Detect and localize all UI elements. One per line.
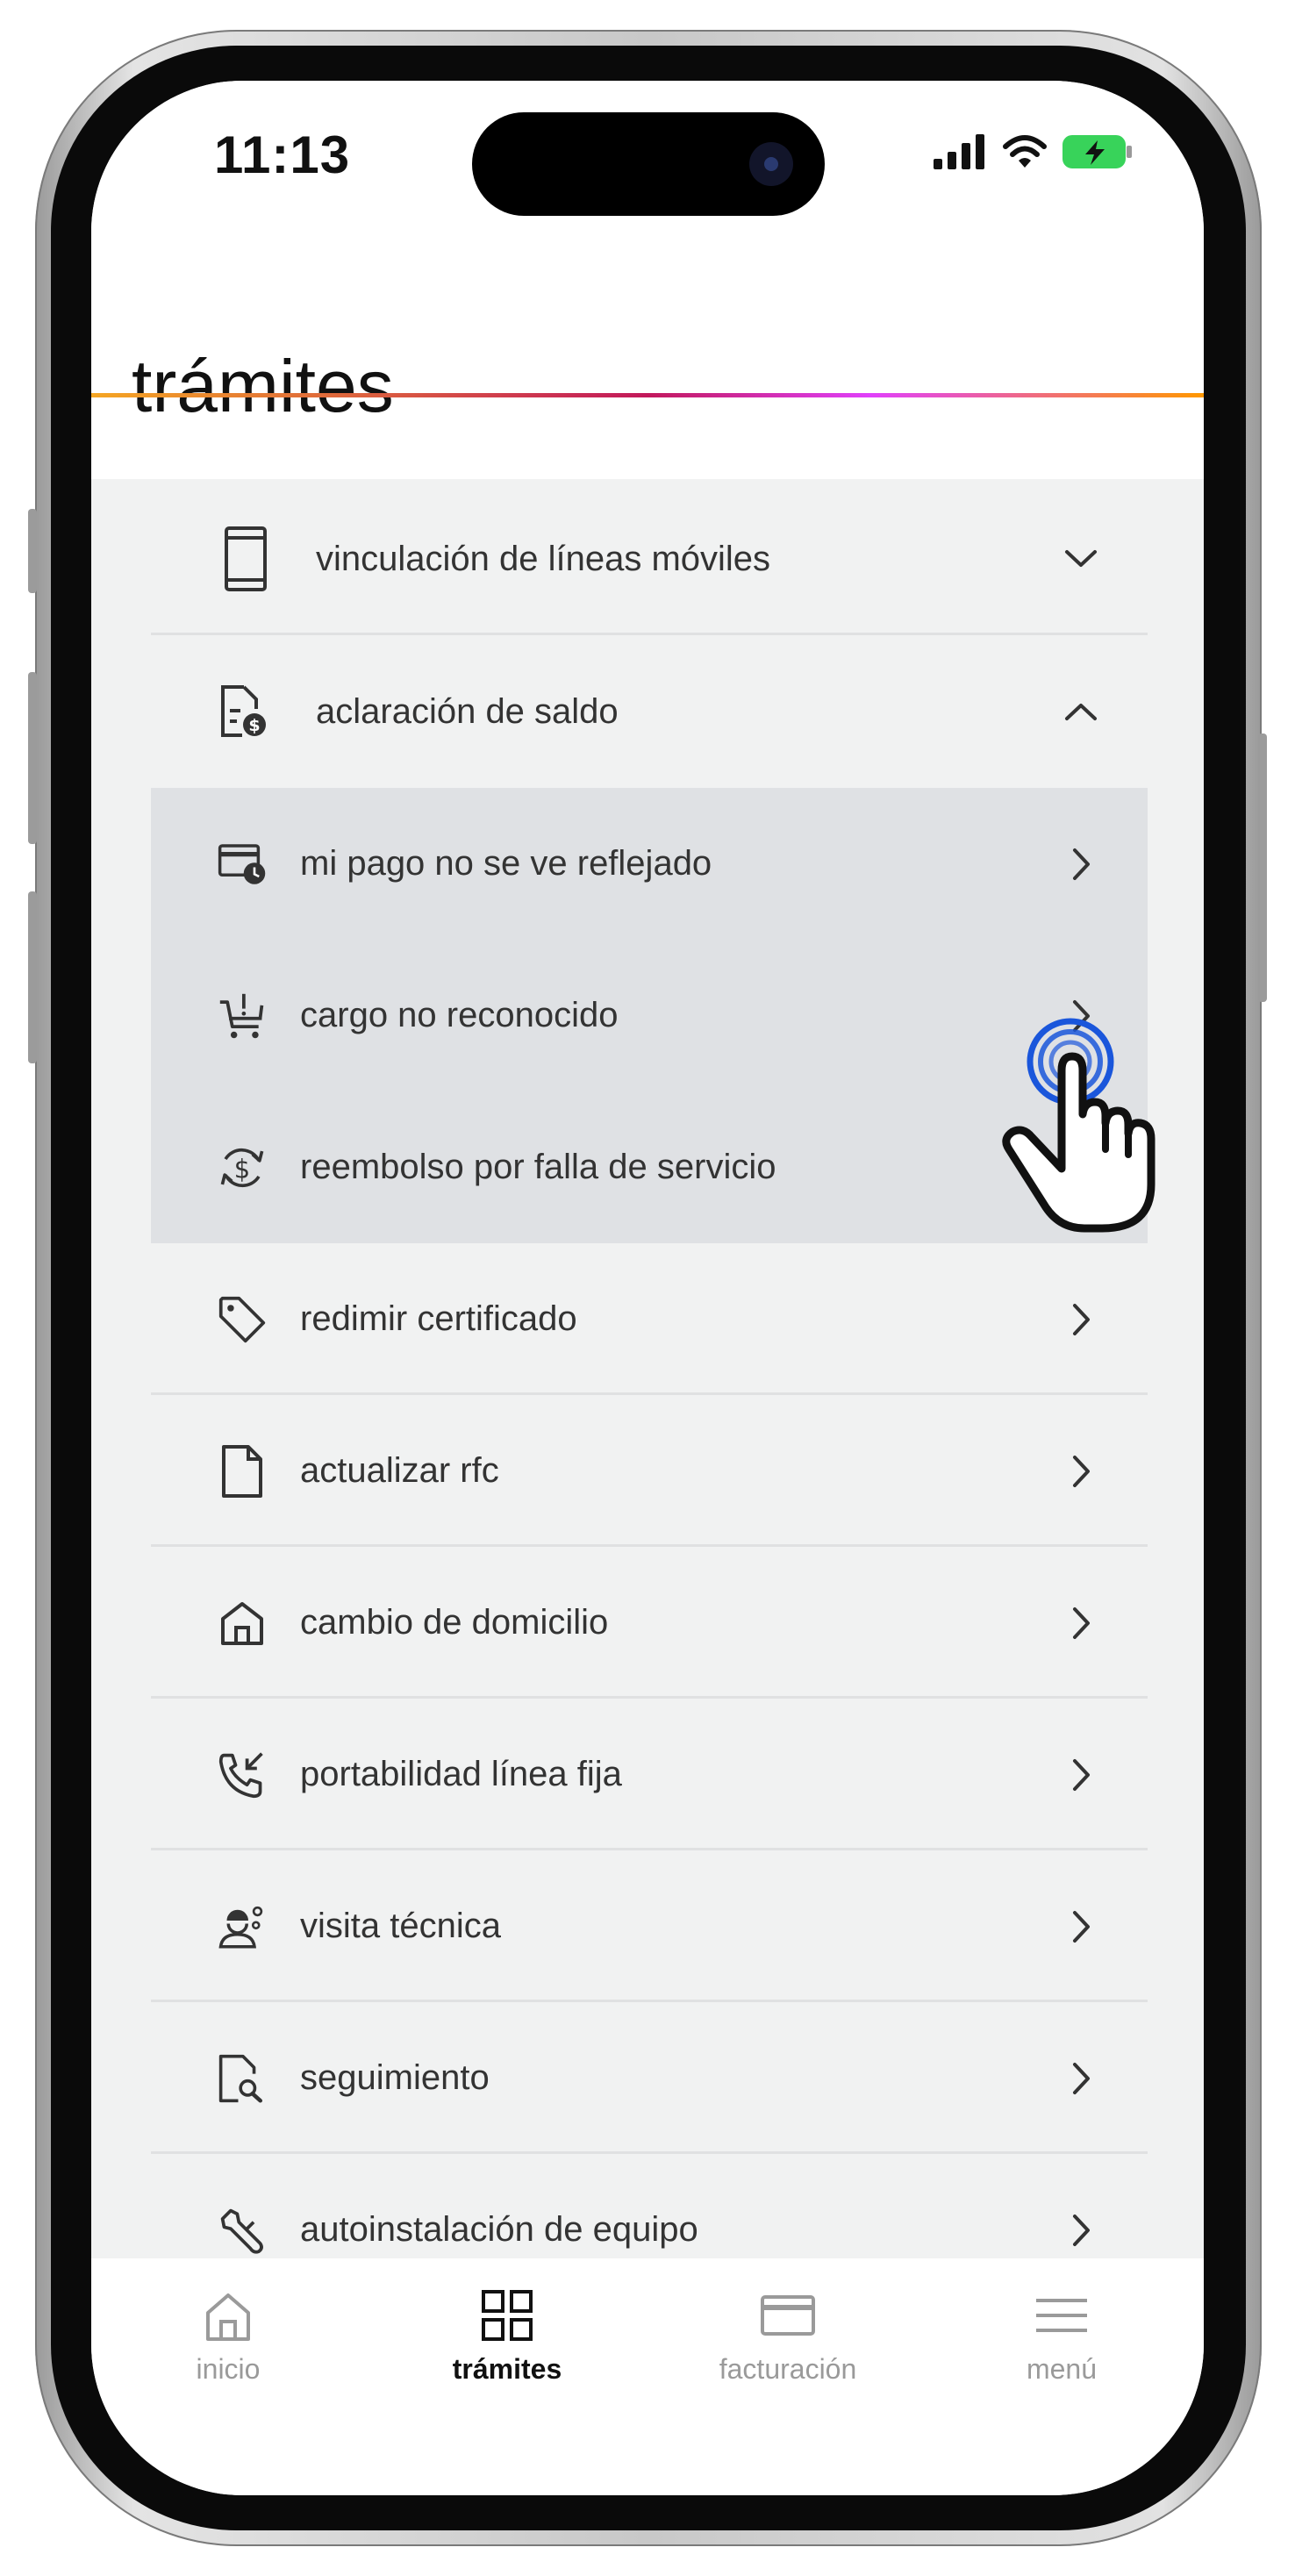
section-label: aclaración de saldo <box>316 691 619 731</box>
home-icon <box>218 1599 267 1648</box>
camera-icon <box>749 142 793 186</box>
tab-bar: inicio trámites facturación menú <box>91 2258 1204 2495</box>
list-item-label: actualizar rfc <box>300 1451 499 1490</box>
tab-label: menú <box>1026 2353 1098 2385</box>
list-item-redimir[interactable]: redimir certificado <box>151 1243 1148 1395</box>
tab-label: facturación <box>719 2353 857 2385</box>
tag-icon <box>218 1295 267 1344</box>
battery-charging-icon <box>1062 135 1132 168</box>
chevron-right-icon <box>1063 1302 1098 1337</box>
chevron-right-icon <box>1063 2061 1098 2096</box>
cart-alert-icon <box>218 991 267 1041</box>
list-item-label: visita técnica <box>300 1907 501 1945</box>
svg-text:$: $ <box>234 1154 250 1184</box>
hamburger-icon <box>1036 2299 1087 2332</box>
signal-icon <box>934 134 984 169</box>
action-button <box>28 509 37 593</box>
submenu-label: cargo no reconocido <box>300 996 619 1034</box>
card-icon <box>761 2295 815 2336</box>
chevron-right-icon <box>1063 847 1098 882</box>
chevron-right-icon <box>1063 1909 1098 1944</box>
list-item-label: seguimiento <box>300 2058 490 2097</box>
tab-menu[interactable]: menú <box>965 2285 1158 2386</box>
wrench-icon <box>218 2206 267 2255</box>
card-clock-icon <box>218 840 267 889</box>
list-item-visita[interactable]: visita técnica <box>151 1850 1148 2002</box>
chevron-down-icon[interactable] <box>1063 541 1098 576</box>
document-search-icon <box>218 2054 267 2103</box>
list-item-portabilidad[interactable]: portabilidad línea fija <box>151 1699 1148 1850</box>
volume-up-button <box>28 672 37 844</box>
list-item-seguimiento[interactable]: seguimiento <box>151 2002 1148 2154</box>
grid-icon <box>482 2290 533 2341</box>
svg-text:$: $ <box>248 716 260 735</box>
home-icon <box>206 2293 250 2341</box>
list-item-label: redimir certificado <box>300 1299 577 1338</box>
list-item-rfc[interactable]: actualizar rfc <box>151 1395 1148 1547</box>
file-icon <box>218 1444 267 1498</box>
tab-facturacion[interactable]: facturación <box>691 2285 884 2386</box>
power-button <box>1258 733 1267 1002</box>
refund-icon: $ <box>218 1143 267 1192</box>
submenu-item-mi-pago[interactable]: mi pago no se ve reflejado <box>151 788 1148 940</box>
technician-icon <box>218 1902 267 1951</box>
phone-incoming-icon <box>218 1750 267 1800</box>
dynamic-island <box>472 112 825 216</box>
app-header: trámites <box>91 230 1204 479</box>
tab-label: inicio <box>196 2353 261 2385</box>
submenu-label: reembolso por falla de servicio <box>300 1148 776 1186</box>
section-aclaracion[interactable]: $ aclaración de saldo <box>151 635 1148 788</box>
status-time: 11:13 <box>214 125 351 184</box>
tab-tramites[interactable]: trámites <box>411 2285 604 2386</box>
wifi-icon <box>1003 135 1047 168</box>
status-bar: 11:13 <box>91 81 1204 230</box>
list-item-label: cambio de domicilio <box>300 1603 609 1642</box>
chevron-right-icon <box>1063 1454 1098 1489</box>
submenu-label: mi pago no se ve reflejado <box>300 844 712 883</box>
list-item-domicilio[interactable]: cambio de domicilio <box>151 1547 1148 1699</box>
smartphone-icon <box>218 526 267 591</box>
status-icons <box>934 130 1134 174</box>
volume-down-button <box>28 891 37 1063</box>
tap-cursor-icon <box>1002 1018 1155 1233</box>
chevron-right-icon <box>1063 1757 1098 1792</box>
section-vinculacion[interactable]: vinculación de líneas móviles <box>151 483 1148 635</box>
document-dollar-icon: $ <box>218 685 267 737</box>
tab-label: trámites <box>452 2353 562 2385</box>
list-item-label: portabilidad línea fija <box>300 1755 622 1793</box>
header-gradient-divider <box>91 393 1204 397</box>
chevron-right-icon <box>1063 2213 1098 2248</box>
chevron-up-icon[interactable] <box>1063 694 1098 729</box>
page-title: trámites <box>132 345 394 427</box>
tramites-list: vinculación de líneas móviles $ aclaraci… <box>151 483 1148 2306</box>
section-label: vinculación de líneas móviles <box>316 539 771 578</box>
list-item-label: autoinstalación de equipo <box>300 2210 698 2249</box>
tab-inicio[interactable]: inicio <box>132 2285 325 2386</box>
screen: 11:13 trámites vinculación de líneas móv… <box>91 81 1204 2495</box>
chevron-right-icon <box>1063 1606 1098 1641</box>
